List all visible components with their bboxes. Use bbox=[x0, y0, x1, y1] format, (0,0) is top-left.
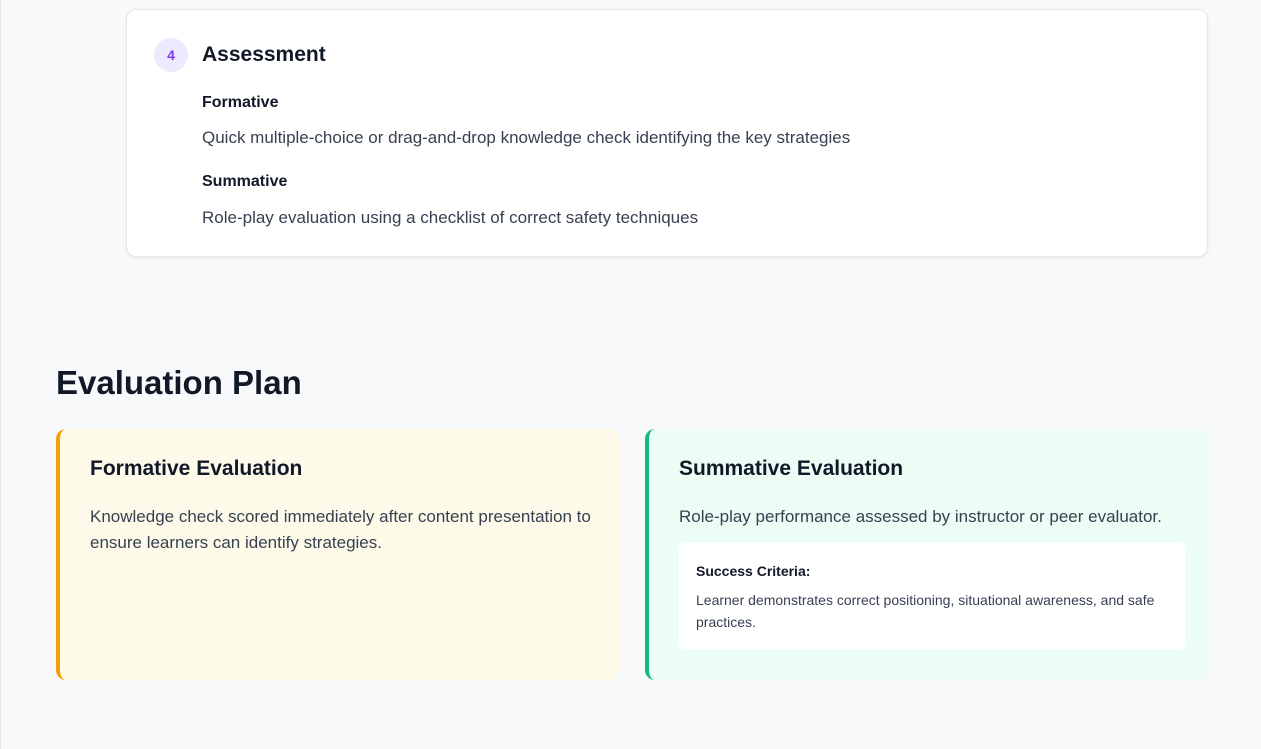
success-criteria-text: Learner demonstrates correct positioning… bbox=[696, 592, 1155, 630]
page: 4 Assessment Formative Quick multiple-ch… bbox=[0, 0, 1261, 749]
summative-evaluation-text: Role-play performance assessed by instru… bbox=[679, 507, 1162, 526]
formative-evaluation-card: Formative Evaluation Knowledge check sco… bbox=[56, 429, 619, 680]
summative-heading: Summative bbox=[202, 173, 288, 190]
success-criteria-box: Success Criteria: Learner demonstrates c… bbox=[679, 543, 1185, 649]
formative-evaluation-title: Formative Evaluation bbox=[90, 457, 303, 480]
summative-description: Role-play evaluation using a checklist o… bbox=[202, 208, 699, 227]
success-criteria-label: Success Criteria: bbox=[696, 563, 811, 579]
evaluation-plan-title: Evaluation Plan bbox=[56, 364, 302, 401]
summative-evaluation-title: Summative Evaluation bbox=[679, 457, 904, 480]
step-number-badge: 4 bbox=[154, 38, 188, 72]
formative-heading: Formative bbox=[202, 94, 279, 111]
formative-evaluation-text: Knowledge check scored immediately after… bbox=[90, 507, 591, 552]
formative-description: Quick multiple-choice or drag-and-drop k… bbox=[202, 128, 851, 147]
step-title: Assessment bbox=[202, 43, 326, 66]
summative-evaluation-card: Summative Evaluation Role-play performan… bbox=[645, 429, 1208, 680]
assessment-step-card: 4 Assessment Formative Quick multiple-ch… bbox=[126, 9, 1208, 257]
